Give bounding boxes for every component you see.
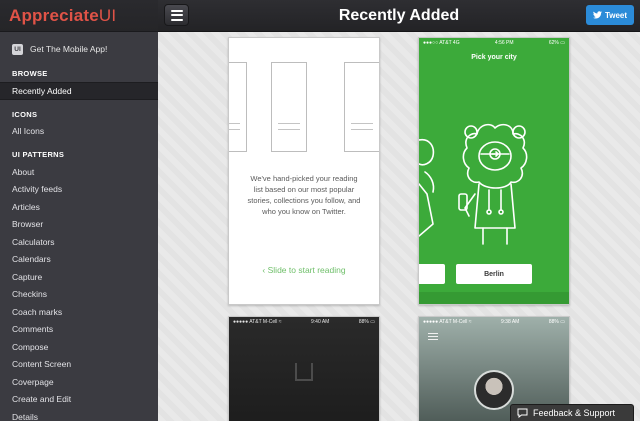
get-mobile-app-label: Get The Mobile App! [30,44,108,54]
screenshot-card-dark-splash[interactable]: ●●●●● AT&T M-Cell ≈ 9:40 AM 88% ▭ [228,316,380,421]
sidebar-item-create-and-edit[interactable]: Create and Edit [0,391,158,409]
tweet-label: Tweet [604,10,628,20]
pick-city-title: Pick your city [471,54,517,61]
tweet-button[interactable]: Tweet [586,5,634,25]
twitter-bird-icon [592,11,602,19]
status-time: 9:40 AM [311,319,330,325]
chevron-left-icon: ‹ [262,265,266,275]
feedback-support-label: Feedback & Support [533,408,616,418]
uber-logo-icon [295,363,313,381]
status-battery: 88% ▭ [358,319,375,325]
status-time: 4:56 PM [494,40,514,46]
menu-icon-bar [170,18,183,21]
placeholder-story-card [344,62,379,152]
bear-mascot-illustration [419,123,528,245]
sidebar-item-compose[interactable]: Compose [0,338,158,356]
logo-text-appreciate: Appreciate [9,5,99,25]
get-mobile-app-link[interactable]: UI Get The Mobile App! [0,33,158,65]
menu-icon-bar [170,14,183,16]
status-battery: 62% ▭ [548,40,565,46]
sidebar-item-content-screen[interactable]: Content Screen [0,356,158,374]
placeholder-story-card [229,62,247,152]
slide-to-start-reading[interactable]: ‹ Slide to start reading [229,265,379,275]
sidebar-item-articles[interactable]: Articles [0,198,158,216]
top-bar: Recently Added Tweet [158,0,640,32]
sidebar-item-recently-added[interactable]: Recently Added [0,82,158,100]
section-browse: BROWSE [12,69,48,78]
menu-button[interactable] [164,4,189,26]
sidebar-item-calculators[interactable]: Calculators [0,233,158,251]
logo[interactable]: Appreciate UI [0,0,158,32]
section-icons: ICONS [12,109,38,119]
phone-status-bar: ●●●●● AT&T M-Cell ≈ 9:38 AM 88% ▭ [419,317,569,327]
status-carrier: ●●●●● AT&T M-Cell ≈ [423,319,472,325]
sidebar: Appreciate UI UI Get The Mobile App! BROW… [0,0,158,421]
app-icon: UI [12,43,23,55]
placeholder-story-card [271,62,307,152]
city-option-previous[interactable] [419,264,445,284]
screenshot-card-reading-list[interactable]: We've hand-picked your reading list base… [228,37,380,305]
sidebar-item-coach-marks[interactable]: Coach marks [0,303,158,321]
sidebar-item-calendars[interactable]: Calendars [0,251,158,269]
section-ui-patterns: UI PATTERNS [12,150,65,159]
avatar [474,370,514,410]
reading-list-description: We've hand-picked your reading list base… [247,174,361,216]
menu-icon-bar [170,9,183,12]
chat-bubble-icon [517,408,528,418]
sidebar-item-comments[interactable]: Comments [0,321,158,339]
hamburger-icon [428,333,438,342]
screenshot-card-pick-city[interactable]: ●●●○○ AT&T 4G 4:56 PM 62% ▭ Pick your ci… [418,37,570,305]
status-battery: 88% ▭ [548,319,565,325]
phone-status-bar: ●●●○○ AT&T 4G 4:56 PM 62% ▭ [419,38,569,48]
status-carrier: ●●●●● AT&T M-Cell ≈ [233,319,282,325]
sidebar-item-about[interactable]: About [0,163,158,181]
page-title: Recently Added [338,7,460,24]
sidebar-item-capture[interactable]: Capture [0,268,158,286]
status-time: 9:38 AM [501,319,520,325]
sidebar-item-checkins[interactable]: Checkins [0,286,158,304]
status-carrier: ●●●○○ AT&T 4G [423,40,460,46]
slide-to-start-label: Slide to start reading [267,265,346,275]
logo-text-ui: UI [98,5,117,25]
content-grid: We've hand-picked your reading list base… [158,32,640,421]
sidebar-item-details[interactable]: Details [0,408,158,421]
sidebar-item-coverpage[interactable]: Coverpage [0,373,158,391]
sidebar-item-activity-feeds[interactable]: Activity feeds [0,181,158,199]
sidebar-item-all-icons[interactable]: All Icons [0,123,158,141]
city-option-berlin[interactable]: Berlin [456,264,532,284]
phone-status-bar: ●●●●● AT&T M-Cell ≈ 9:40 AM 88% ▭ [229,317,379,327]
feedback-support-button[interactable]: Feedback & Support [510,404,634,421]
bottom-strip [419,292,569,304]
sidebar-item-browser[interactable]: Browser [0,216,158,234]
